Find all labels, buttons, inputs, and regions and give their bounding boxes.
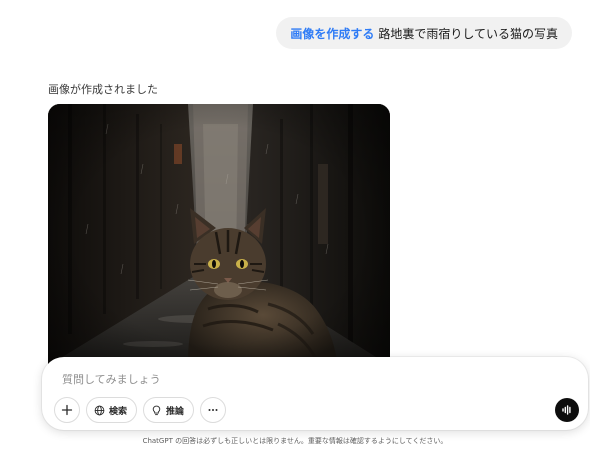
user-message-bubble: 画像を作成する 路地裏で雨宿りしている猫の写真	[276, 17, 572, 49]
generated-image[interactable]	[48, 104, 390, 366]
voice-mode-button[interactable]	[555, 398, 579, 422]
disclaimer-text: ChatGPT の回答は必ずしも正しいとは限りません。重要な情報は確認するように…	[142, 437, 448, 445]
search-button[interactable]: 検索	[86, 397, 138, 423]
search-label: 検索	[109, 406, 128, 417]
image-created-status: 画像が作成されました	[48, 83, 158, 96]
reason-label: 推論	[166, 406, 185, 417]
user-message-text: 路地裏で雨宿りしている猫の写真	[378, 26, 558, 41]
reason-button[interactable]: 推論	[143, 397, 195, 423]
message-input[interactable]	[62, 369, 532, 389]
more-options-button[interactable]	[200, 397, 227, 423]
lightbulb-icon	[152, 405, 161, 415]
globe-icon	[94, 405, 105, 415]
plus-icon	[61, 404, 73, 416]
cat-in-alley-photo	[48, 104, 390, 366]
message-composer: 検索 推論	[42, 357, 588, 430]
add-button[interactable]	[54, 397, 80, 423]
create-image-command: 画像を作成する	[290, 26, 375, 41]
composer-toolbar: 検索 推論	[54, 397, 227, 423]
ellipsis-icon	[208, 409, 218, 411]
voice-wave-icon	[562, 405, 571, 415]
